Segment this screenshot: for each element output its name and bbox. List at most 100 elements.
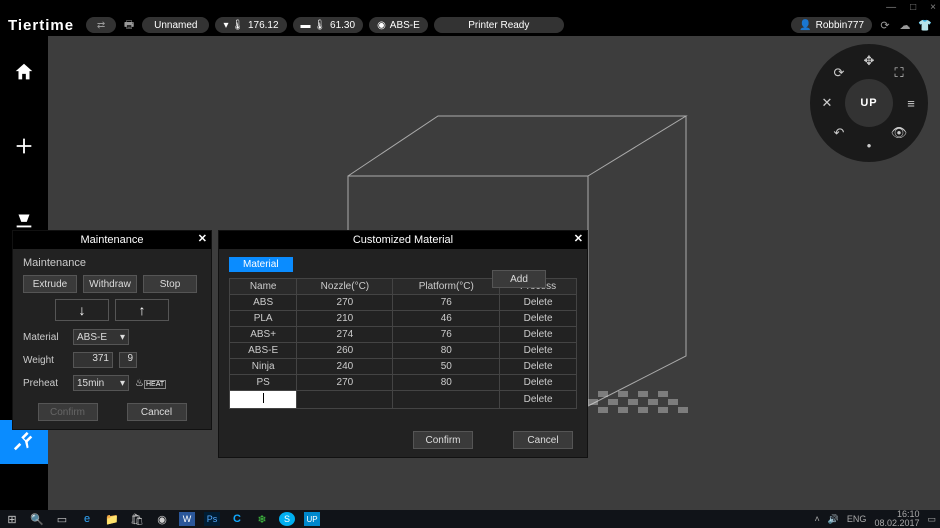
table-row-edit[interactable]: Delete [230, 391, 577, 409]
tray-up-icon[interactable]: ˄ [814, 514, 819, 524]
material-table: Name Nozzle(°C) Platform(°C) Process ABS… [229, 278, 577, 409]
material-add-area: Add [492, 270, 546, 288]
up-arrow-button[interactable]: ↑ [115, 299, 169, 321]
table-row[interactable]: Ninja24050Delete [230, 359, 577, 375]
extrude-button[interactable]: Extrude [23, 275, 77, 293]
start-icon[interactable]: ⊞ [4, 512, 20, 526]
delete-link: Delete [500, 327, 577, 343]
nav-dot-icon[interactable]: • [860, 136, 878, 154]
ps-icon[interactable]: Ps [204, 512, 220, 526]
tray-notif-icon[interactable]: ▭ [927, 514, 936, 525]
nav-eye-icon[interactable]: 👁 [890, 124, 908, 142]
chrome-icon[interactable]: ◉ [154, 512, 170, 526]
maintenance-cancel-button[interactable]: Cancel [127, 403, 187, 421]
material-dialog: Customized Material ✕ Material Name Nozz… [218, 230, 588, 458]
down-arrow-button[interactable]: ↓ [55, 299, 109, 321]
nav-wheel: UP ✥ ⛶ ≡ 👁 • ↶ ✕ ⟳ [810, 44, 928, 162]
maintenance-dialog-title: Maintenance ✕ [13, 231, 211, 249]
skype-icon[interactable]: S [279, 512, 295, 526]
nozzle-temp-pill: ▾ 🌡176.12 [215, 17, 286, 33]
maintenance-section-label: Maintenance [23, 257, 201, 269]
delete-link[interactable]: Delete [500, 343, 577, 359]
delete-link[interactable]: Delete [500, 375, 577, 391]
nav-close-icon[interactable]: ✕ [818, 94, 836, 112]
material-dialog-title: Customized Material ✕ [219, 231, 587, 249]
up-app-icon[interactable]: UP [304, 512, 320, 526]
spool-icon: ◉ [377, 20, 386, 31]
material-label: Material [23, 332, 67, 343]
search-icon[interactable]: 🔍 [29, 512, 45, 526]
delete-link: Delete [500, 295, 577, 311]
usb-icon: ⇄ [94, 18, 108, 32]
window-close[interactable]: × [930, 2, 936, 13]
window-maximize[interactable]: □ [910, 2, 916, 13]
platform-temp-pill: ▬ 🌡61.30 [293, 17, 364, 33]
withdraw-button[interactable]: Withdraw [83, 275, 137, 293]
col-name: Name [230, 279, 297, 295]
home-button[interactable] [0, 50, 48, 94]
chevron-down-icon: ▾ [120, 378, 125, 389]
col-nozzle: Nozzle(°C) [297, 279, 393, 295]
col-platform: Platform(°C) [393, 279, 500, 295]
stop-button[interactable]: Stop [143, 275, 197, 293]
window-minimize[interactable]: — [886, 2, 896, 13]
delete-link[interactable]: Delete [500, 359, 577, 375]
nav-fit-icon[interactable]: ⛶ [890, 64, 908, 82]
printer-status: Printer Ready [434, 17, 564, 33]
maintenance-confirm-button[interactable]: Confirm [38, 403, 98, 421]
brand-logo: Tiertime [8, 17, 74, 34]
delete-link: Delete [500, 311, 577, 327]
tray-sound-icon[interactable]: 🔊 [828, 514, 839, 525]
material-close-icon[interactable]: ✕ [574, 232, 583, 245]
delete-link[interactable]: Delete [500, 391, 577, 409]
platform-icon: ▬ 🌡 [301, 20, 326, 31]
tray-date: 08.02.2017 [874, 518, 919, 528]
build-plate [578, 381, 698, 421]
weight-input[interactable]: 371 [73, 352, 113, 368]
edge-icon[interactable]: e [79, 512, 95, 526]
weight-unit-input[interactable]: 9 [119, 352, 137, 368]
material-tab[interactable]: Material [229, 257, 293, 272]
table-row[interactable]: PS27080Delete [230, 375, 577, 391]
preheat-label: Preheat [23, 378, 67, 389]
nozzle-icon: ▾ 🌡 [223, 20, 244, 31]
table-row[interactable]: ABS27076Delete [230, 295, 577, 311]
table-row[interactable]: ABS-E26080Delete [230, 343, 577, 359]
add-button[interactable] [0, 124, 48, 168]
system-tray: ˄ 🔊 ENG 16:10 08.02.2017 ▭ [814, 510, 936, 528]
print-icon[interactable]: 🖶 [122, 18, 136, 32]
shirt-icon[interactable]: 👕 [918, 18, 932, 32]
tray-lang[interactable]: ENG [847, 514, 867, 524]
explorer-icon[interactable]: 📁 [104, 512, 120, 526]
table-row[interactable]: ABS+27476Delete [230, 327, 577, 343]
store-icon[interactable]: 🛍 [129, 512, 145, 526]
nav-undo-icon[interactable]: ↶ [830, 124, 848, 142]
table-row[interactable]: PLA21046Delete [230, 311, 577, 327]
window-titlebar: — □ × [0, 0, 940, 14]
nav-move-icon[interactable]: ✥ [860, 52, 878, 70]
cloud-icon[interactable]: ☁ [898, 18, 912, 32]
material-cancel-button[interactable]: Cancel [513, 431, 573, 449]
tree-icon[interactable]: ❄ [254, 512, 270, 526]
material-select[interactable]: ABS-E▾ [73, 329, 129, 345]
usb-status[interactable]: ⇄ [86, 17, 116, 33]
user-icon: 👤 [799, 20, 811, 31]
taskview-icon[interactable]: ▭ [54, 512, 70, 526]
sync-icon[interactable]: ⟳ [878, 18, 892, 32]
chevron-down-icon: ▾ [120, 332, 125, 343]
nav-center[interactable]: UP [845, 79, 893, 127]
nav-rotate-icon[interactable]: ⟳ [830, 64, 848, 82]
preheat-select[interactable]: 15min▾ [73, 375, 129, 391]
maintenance-close-icon[interactable]: ✕ [198, 232, 207, 245]
material-confirm-button[interactable]: Confirm [413, 431, 473, 449]
nav-menu-icon[interactable]: ≡ [902, 94, 920, 112]
cura-icon[interactable]: C [229, 512, 245, 526]
user-pill[interactable]: 👤Robbin777 [791, 17, 872, 33]
heat-icon[interactable]: ♨HEAT [135, 378, 166, 389]
word-icon[interactable]: W [179, 512, 195, 526]
file-name-pill[interactable]: Unnamed [142, 17, 209, 33]
material-pill[interactable]: ◉ABS-E [369, 17, 428, 33]
add-material-button[interactable]: Add [492, 270, 546, 288]
windows-taskbar: ⊞ 🔍 ▭ e 📁 🛍 ◉ W Ps C ❄ S UP ˄ 🔊 ENG 16:1… [0, 510, 940, 528]
weight-label: Weight [23, 355, 67, 366]
